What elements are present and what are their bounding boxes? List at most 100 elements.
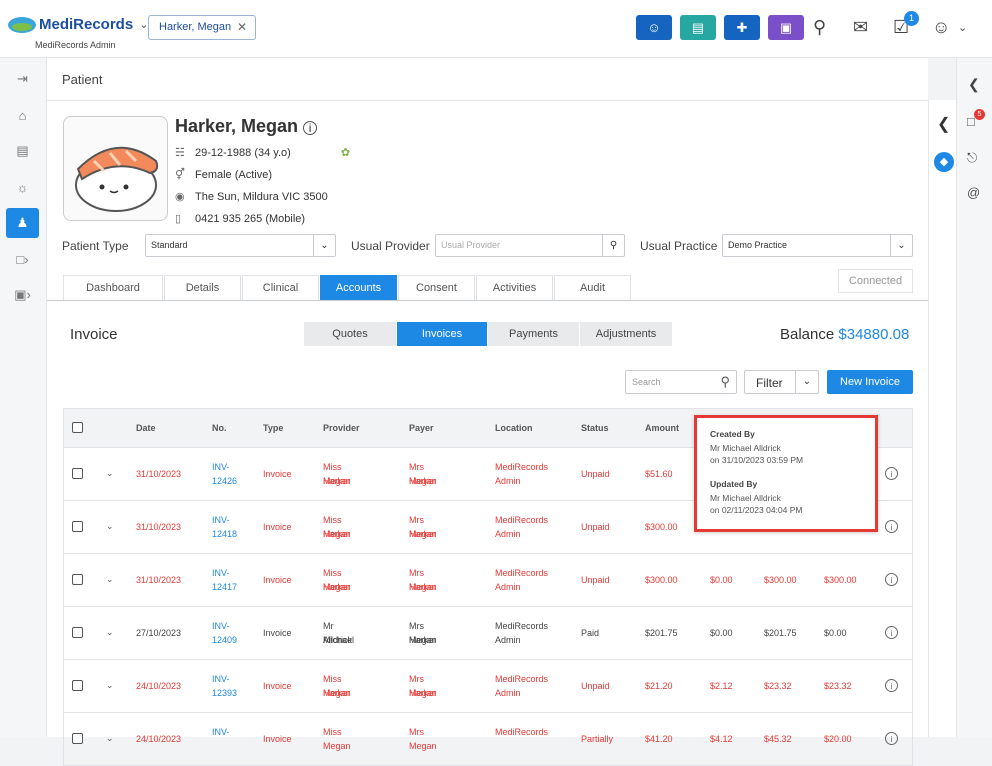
col-provider[interactable]: Provider bbox=[323, 423, 360, 433]
row-checkbox[interactable] bbox=[72, 627, 83, 638]
col-location[interactable]: Location bbox=[495, 423, 533, 433]
calendar-icon: ▤ bbox=[691, 19, 705, 35]
app-logo[interactable]: MediRecords ⌄ bbox=[8, 16, 148, 33]
chevron-down-icon[interactable]: ⌄ bbox=[106, 678, 114, 692]
person-plus-icon: ☺ bbox=[647, 20, 661, 35]
patient-type-label: Patient Type bbox=[62, 239, 129, 253]
col-payer[interactable]: Payer bbox=[409, 423, 434, 433]
filter-button[interactable]: Filter ⌄ bbox=[744, 370, 819, 394]
chevron-down-icon[interactable]: ⌄ bbox=[106, 625, 114, 639]
table-row[interactable]: ⌄ 24/10/2023 INV- 12393 Invoice Miss Megan Har… bbox=[64, 659, 912, 712]
row-checkbox[interactable] bbox=[72, 574, 83, 585]
select-all-checkbox[interactable] bbox=[72, 422, 83, 433]
cell-tax: $0.00 bbox=[710, 628, 733, 638]
info-icon[interactable]: i bbox=[885, 573, 898, 586]
search-input[interactable]: Search ⚲ bbox=[625, 370, 737, 394]
tab-consent[interactable]: Consent bbox=[398, 275, 475, 300]
cell-amount: $21.20 bbox=[645, 681, 673, 691]
pin-icon[interactable]: ⎋ bbox=[967, 150, 977, 166]
new-invoice-button[interactable]: New Invoice bbox=[827, 370, 913, 394]
tab-activities[interactable]: Activities bbox=[476, 275, 553, 300]
tab-accounts[interactable]: Accounts bbox=[320, 275, 397, 300]
folder-icon[interactable]: □› bbox=[6, 244, 39, 274]
segment-payments[interactable]: Payments bbox=[488, 322, 579, 346]
cell-amount: $201.75 bbox=[645, 628, 678, 638]
close-icon[interactable]: ✕ bbox=[237, 20, 247, 34]
chevron-down-icon[interactable]: ⌄ bbox=[106, 519, 114, 533]
chevron-down-icon[interactable]: ⌄ bbox=[795, 371, 818, 393]
cell-status: Partially bbox=[581, 734, 614, 744]
chevron-down-icon[interactable]: ⌄ bbox=[106, 466, 114, 480]
add-patient-button[interactable]: ☺ bbox=[636, 15, 672, 40]
tab-audit[interactable]: Audit bbox=[554, 275, 631, 300]
balance-amount: $34880.08 bbox=[838, 326, 910, 343]
calendar-icon[interactable]: ▤ bbox=[6, 136, 39, 166]
patient-tabs: Dashboard Details Clinical Accounts Cons… bbox=[63, 275, 632, 300]
col-amount[interactable]: Amount bbox=[645, 423, 679, 433]
cell-tax: $4.12 bbox=[710, 734, 733, 744]
user-account-icon[interactable]: ☺ bbox=[932, 17, 950, 38]
logo-icon bbox=[8, 16, 36, 33]
col-date[interactable]: Date bbox=[136, 423, 156, 433]
patient-icon[interactable]: ♟ bbox=[6, 208, 39, 238]
medical-kit-button[interactable]: ✚ bbox=[724, 15, 760, 40]
chevron-down-icon[interactable]: ⌄ bbox=[958, 21, 967, 34]
info-icon[interactable]: i bbox=[885, 732, 898, 745]
chevron-down-icon[interactable]: ⌄ bbox=[106, 572, 114, 586]
brand-subtitle: MediRecords Admin bbox=[35, 40, 116, 50]
collapse-panel-icon[interactable]: ❮ bbox=[937, 114, 950, 134]
cell-amount: $300.00 bbox=[645, 575, 678, 585]
row-checkbox[interactable] bbox=[72, 468, 83, 479]
patients-group-icon[interactable]: ☼ bbox=[6, 172, 39, 202]
medical-kit-icon: ✚ bbox=[736, 19, 748, 35]
usual-provider-input[interactable]: Usual Provider ⚲ bbox=[435, 234, 625, 257]
patient-type-select[interactable]: Standard ⌄ bbox=[145, 234, 336, 257]
chevron-down-icon[interactable]: ⌄ bbox=[106, 731, 114, 745]
segment-quotes[interactable]: Quotes bbox=[304, 322, 396, 346]
clipboard-button[interactable]: ▣ bbox=[768, 15, 804, 40]
mail-icon[interactable]: ✉ bbox=[853, 17, 868, 38]
segment-invoices[interactable]: Invoices bbox=[397, 322, 487, 346]
search-icon[interactable]: ⚲ bbox=[813, 17, 826, 38]
cell-type: Invoice bbox=[263, 681, 292, 691]
info-icon[interactable]: i bbox=[885, 679, 898, 692]
segment-adjustments[interactable]: Adjustments bbox=[580, 322, 672, 346]
col-type[interactable]: Type bbox=[263, 423, 283, 433]
home-icon[interactable]: ⌂ bbox=[6, 100, 39, 130]
cell-date: 31/10/2023 bbox=[136, 469, 182, 479]
info-icon[interactable]: i bbox=[885, 626, 898, 639]
table-row[interactable]: ⌄ 24/10/2023 INV- Invoice Miss Megan Mrs Mega… bbox=[64, 712, 912, 765]
search-icon: ⚲ bbox=[602, 235, 624, 256]
info-icon[interactable]: i bbox=[885, 467, 898, 480]
sidebar-expand-icon[interactable]: ⇥ bbox=[6, 64, 39, 94]
row-checkbox[interactable] bbox=[72, 733, 83, 744]
table-row[interactable]: ⌄ 27/10/2023 INV- 12409 Invoice Mr Michael All… bbox=[64, 606, 912, 659]
col-status[interactable]: Status bbox=[581, 423, 609, 433]
info-icon[interactable]: i bbox=[885, 520, 898, 533]
cell-type: Invoice bbox=[263, 628, 292, 638]
connected-button[interactable]: Connected bbox=[838, 269, 913, 293]
chevron-down-icon: ⌄ bbox=[313, 235, 335, 256]
cell-balance: $300.00 bbox=[824, 575, 857, 585]
col-no[interactable]: No. bbox=[212, 423, 227, 433]
usual-practice-select[interactable]: Demo Practice ⌄ bbox=[722, 234, 913, 257]
tab-clinical[interactable]: Clinical bbox=[242, 275, 319, 300]
collapse-sidebar-icon[interactable]: ❮ bbox=[968, 76, 980, 93]
brand-name: MediRecords bbox=[39, 16, 134, 33]
gender-icon: ⚥ bbox=[175, 169, 185, 181]
row-checkbox[interactable] bbox=[72, 680, 83, 691]
folder-add-icon[interactable]: ▣› bbox=[6, 280, 39, 310]
mention-icon[interactable]: @ bbox=[967, 185, 980, 200]
info-icon[interactable]: i bbox=[303, 121, 318, 135]
tag-icon[interactable]: ◆ bbox=[934, 152, 954, 172]
tab-details[interactable]: Details bbox=[164, 275, 241, 300]
cell-date: 24/10/2023 bbox=[136, 734, 182, 744]
cell-amount: $300.00 bbox=[645, 522, 678, 532]
open-patient-chip[interactable]: Harker, Megan ✕ bbox=[148, 15, 256, 40]
cell-status: Unpaid bbox=[581, 575, 610, 585]
calendar-button[interactable]: ▤ bbox=[680, 15, 716, 40]
table-row[interactable]: ⌄ 31/10/2023 INV- 12417 Invoice Miss Megan Har… bbox=[64, 553, 912, 606]
patient-phone: ▯ 0421 935 265 (Mobile) bbox=[175, 213, 306, 225]
row-checkbox[interactable] bbox=[72, 521, 83, 532]
tab-dashboard[interactable]: Dashboard bbox=[63, 275, 163, 300]
